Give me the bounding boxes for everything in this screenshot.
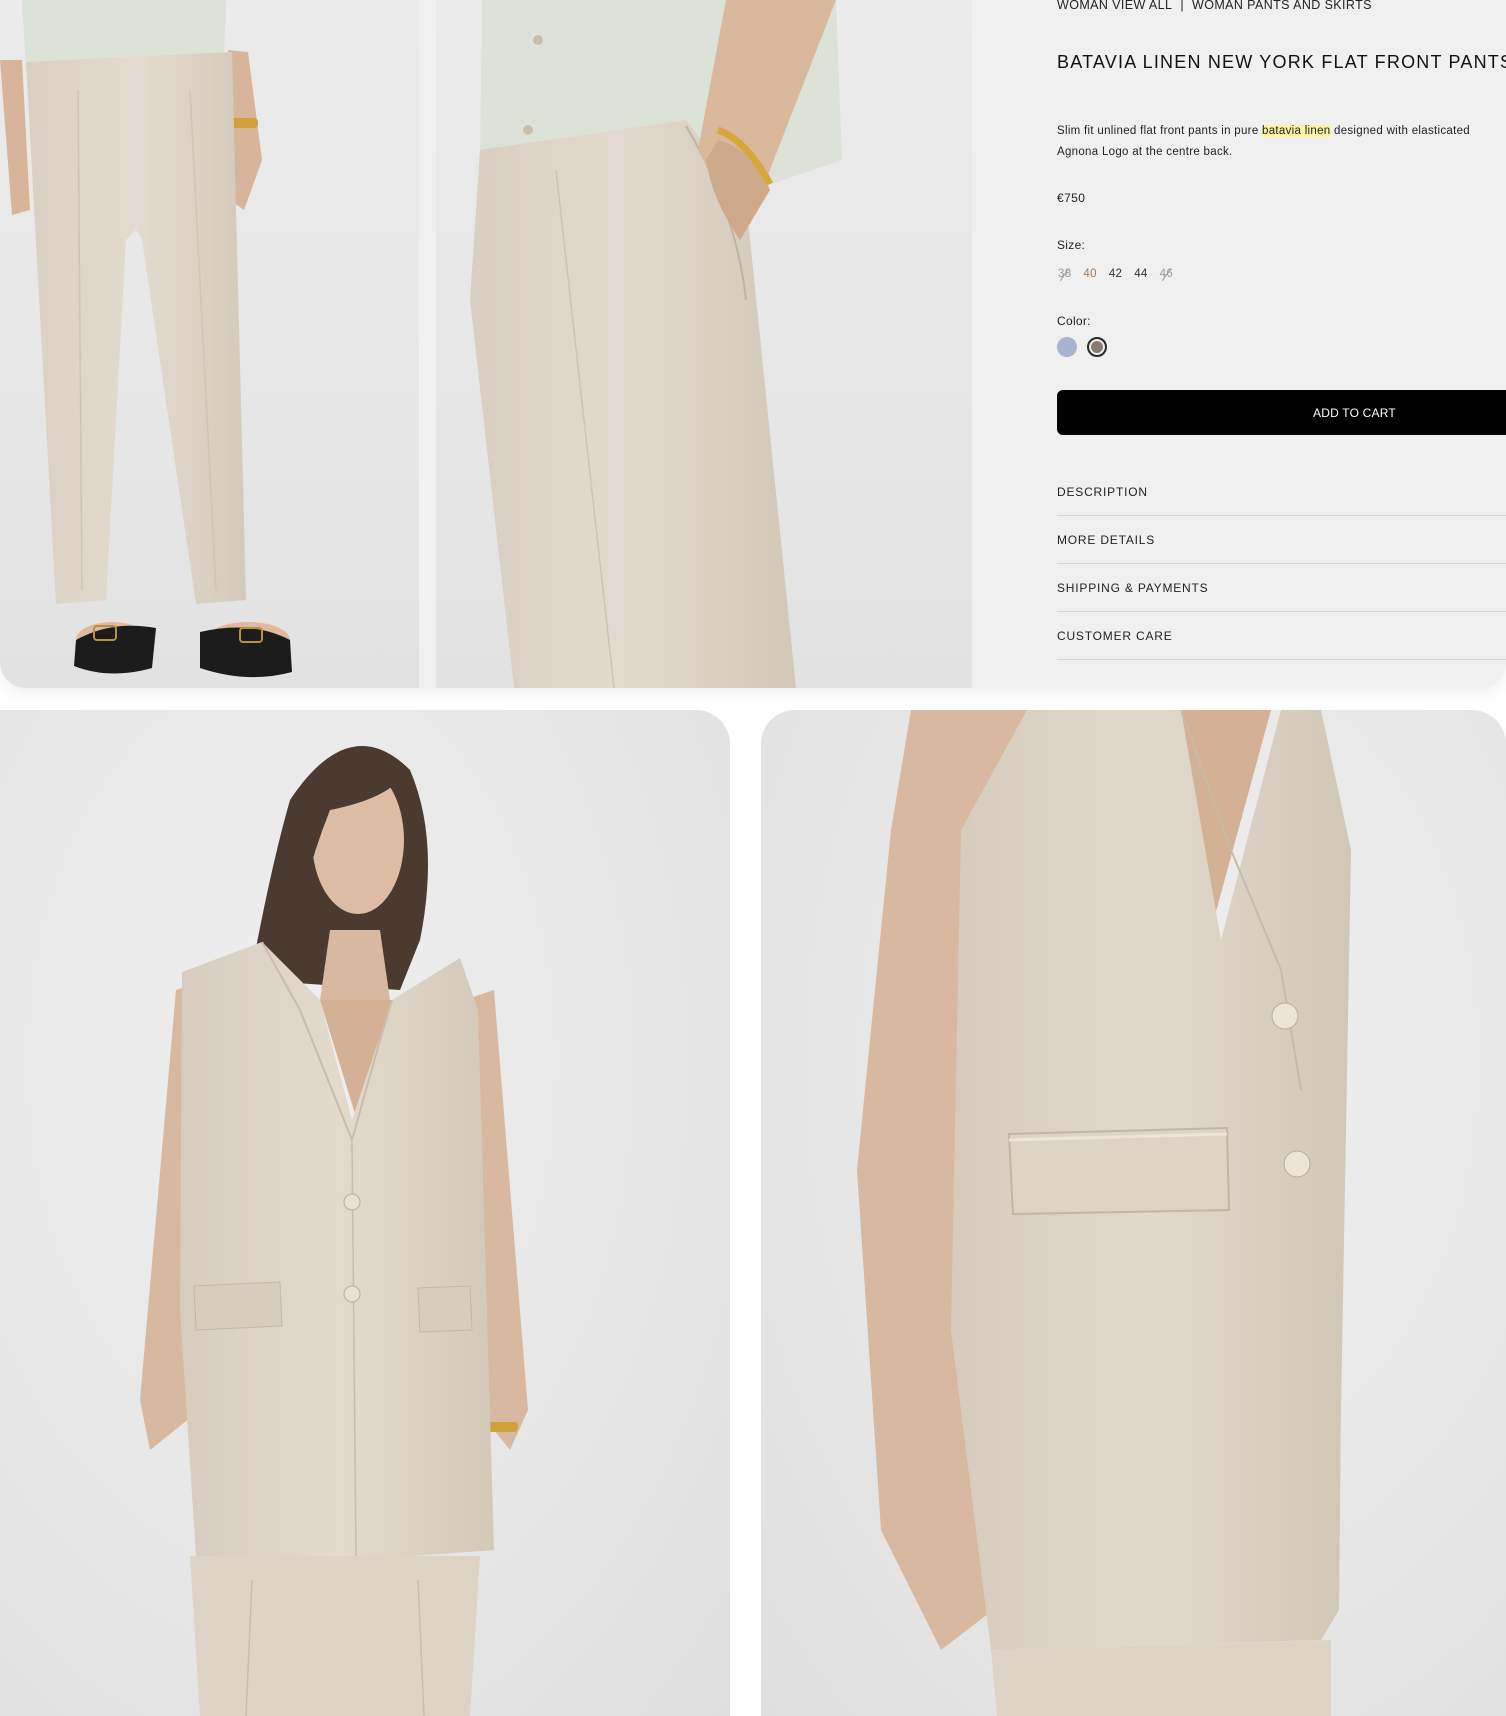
accordion-shipping-payments[interactable]: SHIPPING & PAYMENTS	[1057, 564, 1506, 612]
product-image-model-vest[interactable]	[0, 710, 730, 1716]
product-photo-vest-detail	[857, 710, 1351, 1716]
product-image-closeup[interactable]	[436, 0, 972, 688]
color-swatch-taupe[interactable]	[1087, 337, 1107, 357]
product-image-vest-detail[interactable]	[761, 710, 1506, 1716]
product-info-panel: WOMAN VIEW ALL | WOMAN PANTS AND SKIRTS BA…	[1057, 0, 1506, 688]
description-highlight: batavia linen	[1262, 125, 1331, 137]
product-photo-pocket	[470, 0, 842, 688]
product-top-section: WOMAN VIEW ALL | WOMAN PANTS AND SKIRTS BA…	[0, 0, 1506, 688]
product-photo-model	[140, 746, 528, 1716]
size-option[interactable]: 46	[1159, 267, 1174, 281]
color-selector	[1057, 337, 1107, 357]
description-text-start: Slim fit unlined flat front pants in pur…	[1057, 125, 1263, 137]
add-to-cart-button[interactable]: ADD TO CART	[1057, 390, 1506, 435]
size-option[interactable]: 38	[1057, 267, 1072, 281]
product-title: BATAVIA LINEN NEW YORK FLAT FRONT PANTS …	[1057, 52, 1506, 72]
accordion-description[interactable]: DESCRIPTION	[1057, 468, 1506, 516]
product-description: Slim fit unlined flat front pants in pur…	[1057, 121, 1506, 163]
color-label: Color:	[1057, 314, 1091, 328]
size-option[interactable]: 44	[1133, 267, 1148, 281]
description-text-end: designed with elasticated	[1330, 125, 1470, 137]
color-swatch-light-blue[interactable]	[1057, 337, 1077, 357]
size-selector: 38 40 42 44 46	[1057, 267, 1174, 281]
product-price: €750	[1057, 191, 1086, 205]
breadcrumb: WOMAN VIEW ALL | WOMAN PANTS AND SKIRTS	[1057, 0, 1372, 12]
size-option[interactable]: 40	[1082, 267, 1097, 281]
product-photo-legs	[0, 0, 292, 678]
product-page: WOMAN VIEW ALL | WOMAN PANTS AND SKIRTS BA…	[0, 0, 1506, 1716]
size-option[interactable]: 42	[1108, 267, 1123, 281]
breadcrumb-separator: |	[1180, 0, 1184, 12]
breadcrumb-woman-view-all[interactable]: WOMAN VIEW ALL	[1057, 0, 1172, 12]
size-label: Size:	[1057, 238, 1086, 252]
description-line-2: Agnona Logo at the centre back.	[1057, 146, 1233, 158]
product-image-full-length[interactable]	[0, 0, 419, 688]
breadcrumb-woman-pants-and-skirts[interactable]: WOMAN PANTS AND SKIRTS	[1192, 0, 1372, 12]
product-accordion: DESCRIPTION MORE DETAILS SHIPPING & PAYM…	[1057, 468, 1506, 660]
accordion-more-details[interactable]: MORE DETAILS	[1057, 516, 1506, 564]
accordion-customer-care[interactable]: CUSTOMER CARE	[1057, 612, 1506, 660]
